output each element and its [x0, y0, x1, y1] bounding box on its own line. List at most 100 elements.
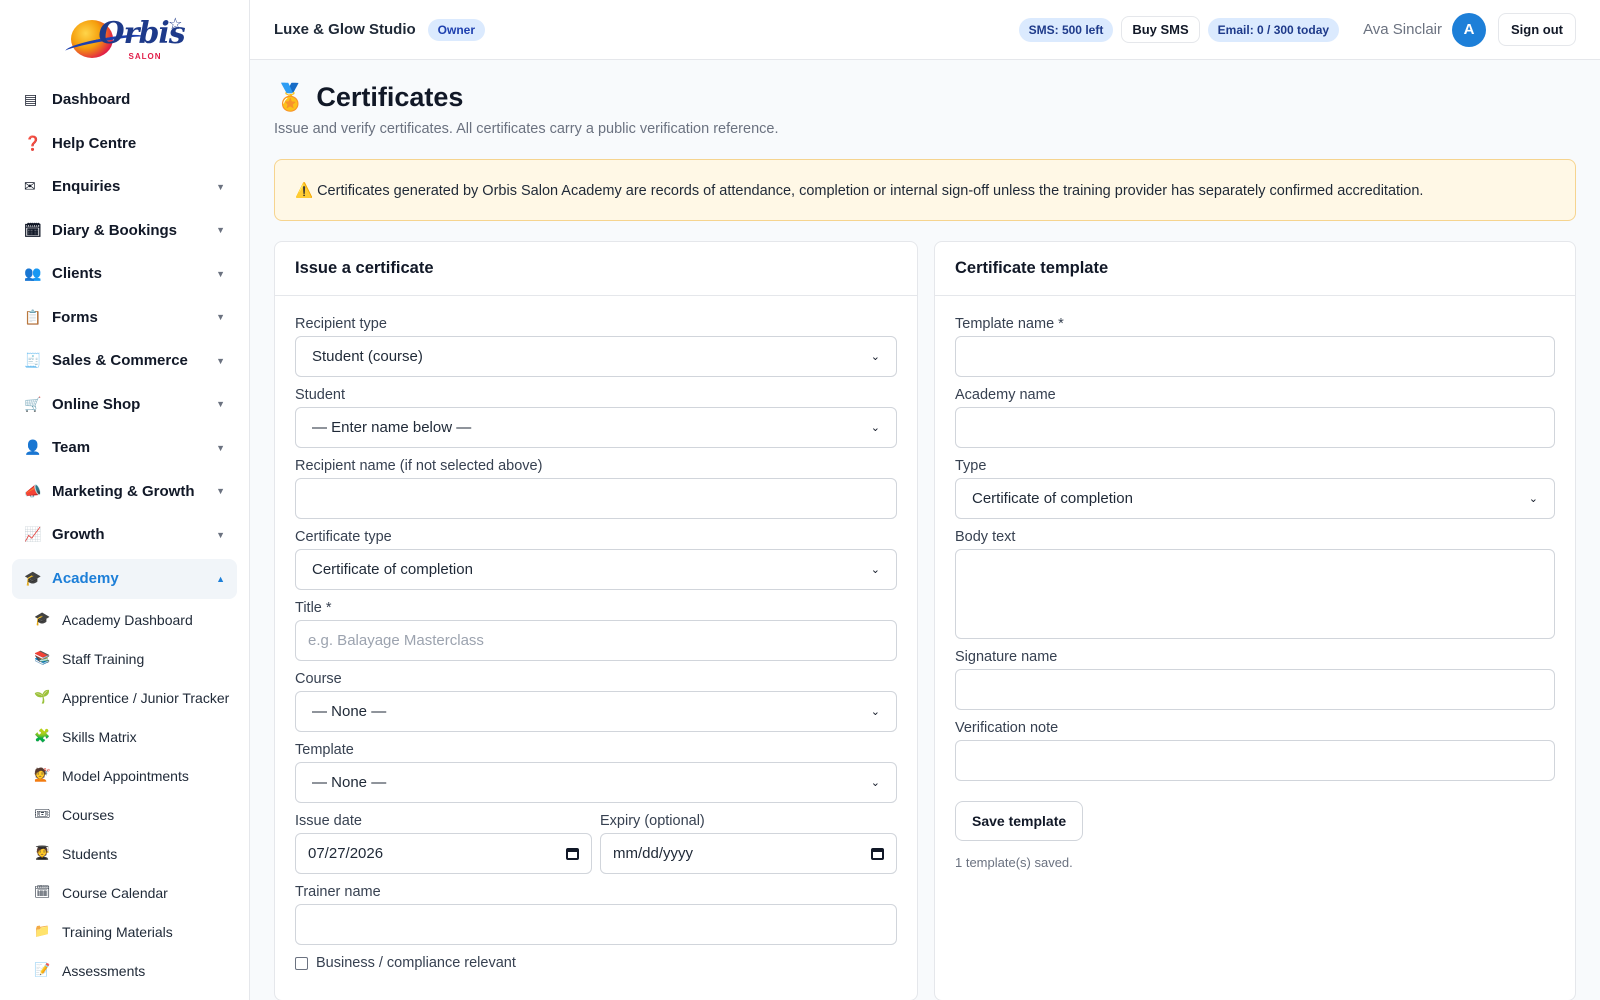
field-label: Certificate type [295, 529, 392, 545]
issue-certificate-card: Issue a certificate Recipient type Stude… [274, 241, 918, 1000]
template-select[interactable]: — None — ⌄ [295, 762, 897, 803]
submenu-item-training-materials[interactable]: 📁 Training Materials [34, 913, 237, 952]
template-form: Template name * Academy name Type Certif… [935, 296, 1575, 890]
submenu-item-label: Academy Dashboard [62, 611, 193, 628]
sidebar-item-online-shop[interactable]: 🛒 Online Shop ▼ [12, 383, 237, 427]
sidebar-item-sales-commerce[interactable]: 🧾 Sales & Commerce ▼ [12, 339, 237, 383]
chevron-down-icon: ▼ [216, 268, 225, 279]
studio-name: Luxe & Glow Studio [274, 21, 416, 38]
student-icon: 🧑‍🎓 [34, 844, 51, 860]
submenu-item-courses[interactable]: 🎟 Courses [34, 796, 237, 835]
orbis-logo: Orbis SALON ☆ [64, 14, 186, 64]
cards-row: Issue a certificate Recipient type Stude… [274, 241, 1576, 1000]
date-value: mm/dd/yyyy [613, 845, 694, 862]
academy-name-input[interactable] [955, 407, 1555, 448]
submenu-item-students[interactable]: 🧑‍🎓 Students [34, 835, 237, 874]
question-icon: ❓ [24, 134, 42, 151]
title-input[interactable]: e.g. Balayage Masterclass [295, 620, 897, 661]
compliance-checkbox-row[interactable]: Business / compliance relevant [295, 955, 897, 971]
submenu-item-assessments[interactable]: 📝 Assessments [34, 952, 237, 991]
field-label: Trainer name [295, 884, 381, 900]
receipt-icon: 🧾 [24, 352, 42, 369]
verification-note-field: Verification note [955, 720, 1555, 781]
template-type-select[interactable]: Certificate of completion ⌄ [955, 478, 1555, 519]
submenu-item-apprentice-tracker[interactable]: 🌱 Apprentice / Junior Tracker [34, 679, 237, 718]
puzzle-icon: 🧩 [34, 727, 51, 743]
signature-name-input[interactable] [955, 669, 1555, 710]
sign-out-button[interactable]: Sign out [1498, 13, 1576, 46]
sidebar-item-label: Team [52, 439, 91, 457]
issue-form: Recipient type Student (course) ⌄ Studen… [275, 296, 917, 991]
recipient-name-field: Recipient name (if not selected above) [295, 458, 897, 519]
people-icon: 👥 [24, 265, 42, 282]
sidebar-item-label: Dashboard [52, 91, 131, 109]
select-value: — Enter name below — [312, 419, 472, 436]
buy-sms-button[interactable]: Buy SMS [1121, 16, 1200, 43]
calendar-icon[interactable] [871, 847, 884, 860]
sidebar-item-clients[interactable]: 👥 Clients ▼ [12, 252, 237, 296]
accreditation-notice: ⚠️ Certificates generated by Orbis Salon… [274, 159, 1576, 221]
sidebar-item-team[interactable]: 👤 Team ▼ [12, 426, 237, 470]
recipient-type-field: Recipient type Student (course) ⌄ [295, 316, 897, 377]
calendar-icon[interactable] [566, 847, 579, 860]
trainer-name-input[interactable] [295, 904, 897, 945]
envelope-icon: ✉ [24, 178, 36, 195]
chevron-down-icon: ▼ [216, 355, 225, 366]
sidebar-item-dashboard[interactable]: ▤ Dashboard [12, 78, 237, 122]
template-name-input[interactable] [955, 336, 1555, 377]
sidebar-item-help-centre[interactable]: ❓ Help Centre [12, 122, 237, 166]
student-select[interactable]: — Enter name below — ⌄ [295, 407, 897, 448]
chevron-down-icon: ⌄ [1528, 493, 1538, 505]
avatar[interactable]: A [1452, 12, 1486, 47]
page-subtitle: Issue and verify certificates. All certi… [274, 121, 779, 137]
select-value: — None — [312, 703, 387, 720]
field-label: Body text [955, 529, 1016, 545]
sidebar-item-marketing-growth[interactable]: 📣 Marketing & Growth ▼ [12, 470, 237, 514]
template-type-field: Type Certificate of completion ⌄ [955, 458, 1555, 519]
field-label: Academy name [955, 387, 1056, 403]
verification-note-input[interactable] [955, 740, 1555, 781]
submenu-item-skills-matrix[interactable]: 🧩 Skills Matrix [34, 718, 237, 757]
submenu-item-course-calendar[interactable]: 🗓 Course Calendar [34, 874, 237, 913]
expiry-date-input[interactable]: mm/dd/yyyy [600, 833, 897, 874]
submenu-item-academy-dashboard[interactable]: 🎓 Academy Dashboard [34, 601, 237, 640]
sidebar-item-diary-bookings[interactable]: 🗓 Diary & Bookings ▼ [12, 209, 237, 253]
submenu-item-label: Courses [62, 806, 115, 823]
logo-subtext: SALON [128, 52, 162, 61]
select-value: Certificate of completion [972, 490, 1133, 507]
chevron-down-icon: ▼ [216, 442, 225, 453]
date-value: 07/27/2026 [308, 845, 384, 862]
chevron-down-icon: ▼ [216, 529, 225, 540]
field-label: Verification note [955, 720, 1059, 736]
field-label: Recipient type [295, 316, 387, 332]
chevron-down-icon: ⌄ [870, 706, 880, 718]
logo[interactable]: Orbis SALON ☆ [0, 0, 249, 78]
graduation-cap-icon: 🎓 [34, 610, 51, 626]
issue-date-input[interactable]: 07/27/2026 [295, 833, 592, 874]
compliance-checkbox[interactable] [295, 956, 308, 970]
sidebar-item-growth[interactable]: 📈 Growth ▼ [12, 513, 237, 557]
select-value: — None — [312, 774, 387, 791]
chart-up-icon: 📈 [24, 526, 42, 543]
submenu-item-label: Course Calendar [62, 884, 168, 901]
academy-name-field: Academy name [955, 387, 1555, 448]
course-select[interactable]: — None — ⌄ [295, 691, 897, 732]
sidebar-item-label: Diary & Bookings [52, 221, 178, 239]
main-content: 🏅 Certificates Issue and verify certific… [274, 60, 1576, 1000]
recipient-name-input[interactable] [295, 478, 897, 519]
certificate-type-field: Certificate type Certificate of completi… [295, 529, 897, 590]
sidebar-nav: ▤ Dashboard ❓ Help Centre ✉ Enquiries ▼ … [0, 78, 249, 991]
sidebar-item-academy[interactable]: 🎓 Academy ▲ [12, 558, 237, 599]
chevron-down-icon: ⌄ [870, 564, 880, 576]
sidebar-item-forms[interactable]: 📋 Forms ▼ [12, 296, 237, 340]
submenu-item-staff-training[interactable]: 📚 Staff Training [34, 640, 237, 679]
sidebar-item-enquiries[interactable]: ✉ Enquiries ▼ [12, 165, 237, 209]
recipient-type-select[interactable]: Student (course) ⌄ [295, 336, 897, 377]
body-text-textarea[interactable] [955, 549, 1555, 639]
save-template-button[interactable]: Save template [955, 801, 1084, 841]
body-text-field: Body text [955, 529, 1555, 639]
certificate-type-select[interactable]: Certificate of completion ⌄ [295, 549, 897, 590]
submenu-item-model-appointments[interactable]: 💇 Model Appointments [34, 757, 237, 796]
field-label: Expiry (optional) [600, 813, 705, 829]
select-value: Certificate of completion [312, 561, 473, 578]
